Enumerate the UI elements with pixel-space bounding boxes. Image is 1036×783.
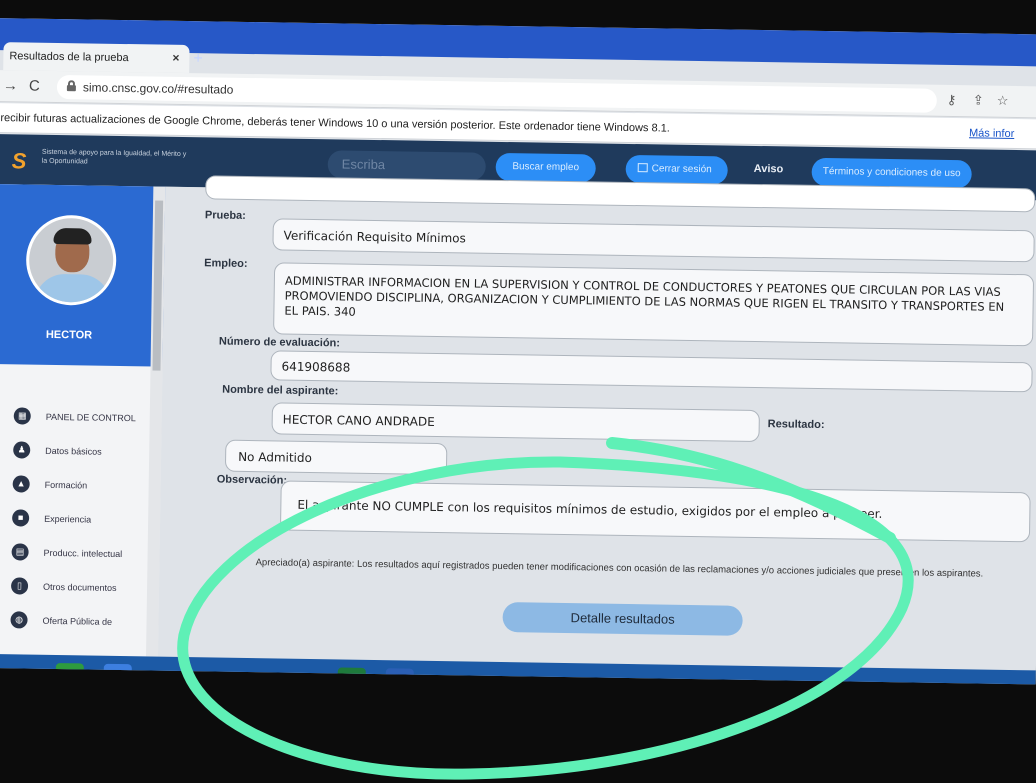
marker-stroke-oval xyxy=(177,456,914,780)
photo-frame: Resultados de la prueba × + → C simo.cns… xyxy=(0,0,1036,783)
marker-stroke-underline xyxy=(606,437,896,544)
marker-ink-overlay xyxy=(177,437,914,780)
